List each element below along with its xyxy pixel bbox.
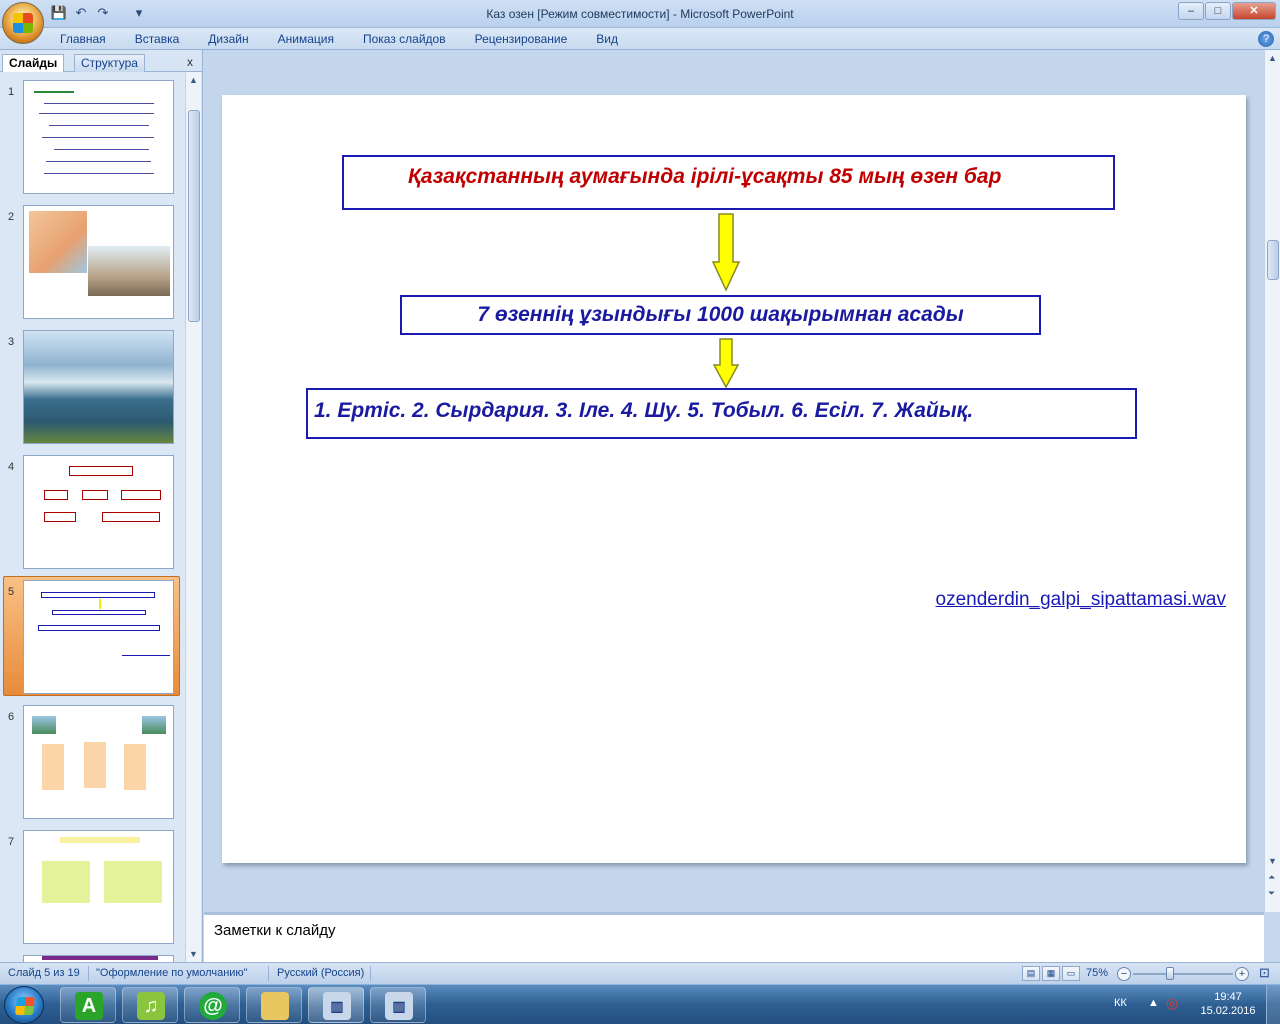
slide-number: 3: [8, 336, 15, 348]
slides-panel: Слайды Структура x 1 2 3 4 5 6 7 ▲ ▼: [0, 50, 203, 962]
tray-app-icon[interactable]: ◎: [1166, 995, 1178, 1012]
status-bar: Слайд 5 из 19 "Оформление по умолчанию" …: [0, 962, 1280, 984]
scroll-up-icon[interactable]: ▲: [1268, 53, 1277, 63]
office-logo-icon: [13, 13, 33, 33]
show-desktop-button[interactable]: [1266, 985, 1280, 1024]
taskbar-app-a[interactable]: A: [60, 987, 116, 1023]
document-icon: ▥: [323, 992, 351, 1020]
app-a-icon: A: [75, 992, 103, 1020]
taskbar-app-agent[interactable]: @: [184, 987, 240, 1023]
music-icon: ♫: [137, 992, 165, 1020]
zoom-slider-handle[interactable]: [1166, 967, 1174, 980]
maximize-button[interactable]: □: [1205, 2, 1231, 20]
start-button[interactable]: [4, 986, 44, 1024]
slide-canvas[interactable]: Қазақстанның аумағында ірілі-ұсақты 85 м…: [222, 95, 1246, 863]
tab-outline[interactable]: Структура: [74, 54, 145, 72]
tab-insert[interactable]: Вставка: [135, 32, 180, 46]
view-buttons: ▤ ▦ ▭: [1022, 966, 1080, 981]
zoom-in-button[interactable]: +: [1235, 967, 1249, 981]
slide-thumbnail-8[interactable]: [23, 955, 174, 962]
close-button[interactable]: ✕: [1232, 2, 1276, 20]
scrollbar-thumb[interactable]: [1267, 240, 1279, 280]
taskbar-app-powerpoint-2[interactable]: ▥: [370, 987, 426, 1023]
editor-scrollbar[interactable]: ▲ ▼ ⏶ ⏷: [1264, 50, 1280, 912]
taskbar: A ♫ @ ▥ ▥ КК ▲ ◎ 19:47 15.02.2016: [0, 984, 1280, 1024]
tray-expand-icon[interactable]: ▲: [1148, 997, 1159, 1009]
down-arrow-1[interactable]: [711, 212, 741, 294]
slide-thumbnail-4[interactable]: [23, 455, 174, 569]
slide-number: 1: [8, 86, 15, 98]
mail-agent-icon: @: [199, 992, 227, 1020]
slide-number: 2: [8, 211, 15, 223]
clock[interactable]: 19:47 15.02.2016: [1198, 990, 1258, 1018]
window-title: Каз озен [Режим совместимости] - Microso…: [486, 7, 794, 21]
tab-review[interactable]: Рецензирование: [475, 32, 568, 46]
slide-counter: Слайд 5 из 19: [8, 967, 80, 979]
panel-tabs: Слайды Структура x: [0, 52, 203, 72]
normal-view-icon[interactable]: ▤: [1022, 966, 1040, 981]
slide-thumbnail-7[interactable]: [23, 830, 174, 944]
tab-design[interactable]: Дизайн: [208, 32, 248, 46]
title-bar: 💾 ↶ ↷ ▾ Каз озен [Режим совместимости] -…: [0, 0, 1280, 28]
slideshow-icon[interactable]: ▭: [1062, 966, 1080, 981]
slide-number: 5: [8, 586, 15, 598]
zoom-out-button[interactable]: −: [1117, 967, 1131, 981]
slide-thumbnail-6[interactable]: [23, 705, 174, 819]
tab-animation[interactable]: Анимация: [278, 32, 334, 46]
slide-sorter-icon[interactable]: ▦: [1042, 966, 1060, 981]
length-box[interactable]: 7 өзеннің ұзындығы 1000 шақырымнан асады: [400, 295, 1041, 335]
slide-thumbnail-3[interactable]: [23, 330, 174, 444]
slide-thumbnail-5[interactable]: [23, 580, 174, 694]
folder-icon: [261, 992, 289, 1020]
help-icon[interactable]: ?: [1258, 31, 1274, 47]
taskbar-app-powerpoint-1[interactable]: ▥: [308, 987, 364, 1023]
scrollbar-thumb[interactable]: [188, 110, 200, 322]
slide-editor: Қазақстанның аумағында ірілі-ұсақты 85 м…: [204, 50, 1262, 912]
tab-home[interactable]: Главная: [60, 32, 106, 46]
headline-box[interactable]: Қазақстанның аумағында ірілі-ұсақты 85 м…: [342, 155, 1115, 210]
slide-thumbnails: 1 2 3 4 5 6 7: [0, 72, 185, 962]
ribbon-tabs: Главная Вставка Дизайн Анимация Показ сл…: [0, 28, 1280, 50]
scroll-down-icon[interactable]: ▼: [1268, 856, 1277, 866]
slide-number: 6: [8, 711, 15, 723]
tab-slideshow[interactable]: Показ слайдов: [363, 32, 446, 46]
audio-hyperlink[interactable]: ozenderdin_galpi_sipattamasi.wav: [936, 589, 1226, 611]
notes-pane[interactable]: Заметки к слайду: [204, 912, 1264, 962]
slide-number: 7: [8, 836, 15, 848]
language-indicator[interactable]: Русский (Россия): [277, 967, 364, 979]
theme-name[interactable]: "Оформление по умолчанию": [96, 967, 248, 979]
slide-thumbnail-1[interactable]: [23, 80, 174, 194]
fit-to-window-icon[interactable]: ⊡: [1259, 965, 1270, 981]
thumbnails-scrollbar[interactable]: ▲ ▼: [185, 72, 201, 962]
tab-slides[interactable]: Слайды: [2, 54, 65, 72]
scroll-up-icon[interactable]: ▲: [189, 75, 198, 85]
language-switch[interactable]: КК: [1114, 997, 1127, 1009]
rivers-list-box[interactable]: 1. Ертіс. 2. Сырдария. 3. Іле. 4. Шу. 5.…: [306, 388, 1137, 439]
zoom-slider-track[interactable]: [1133, 973, 1233, 975]
clock-time: 19:47: [1214, 991, 1242, 1003]
taskbar-app-music[interactable]: ♫: [122, 987, 178, 1023]
zoom-level[interactable]: 75%: [1086, 967, 1108, 979]
document-icon: ▥: [385, 992, 413, 1020]
scroll-down-icon[interactable]: ▼: [189, 949, 198, 959]
minimize-button[interactable]: –: [1178, 2, 1204, 20]
previous-slide-icon[interactable]: ⏶: [1268, 872, 1275, 883]
next-slide-icon[interactable]: ⏷: [1268, 888, 1275, 899]
taskbar-app-explorer[interactable]: [246, 987, 302, 1023]
clock-date: 15.02.2016: [1200, 1005, 1256, 1017]
window-controls: – □ ✕: [1178, 2, 1276, 20]
windows-logo-icon: [15, 997, 35, 1015]
slide-thumbnail-2[interactable]: [23, 205, 174, 319]
down-arrow-2[interactable]: [712, 337, 740, 389]
notes-placeholder[interactable]: Заметки к слайду: [214, 922, 336, 939]
slide-number: 4: [8, 461, 15, 473]
office-button[interactable]: [2, 2, 44, 44]
panel-close-icon[interactable]: x: [187, 55, 193, 69]
tab-view[interactable]: Вид: [596, 32, 618, 46]
